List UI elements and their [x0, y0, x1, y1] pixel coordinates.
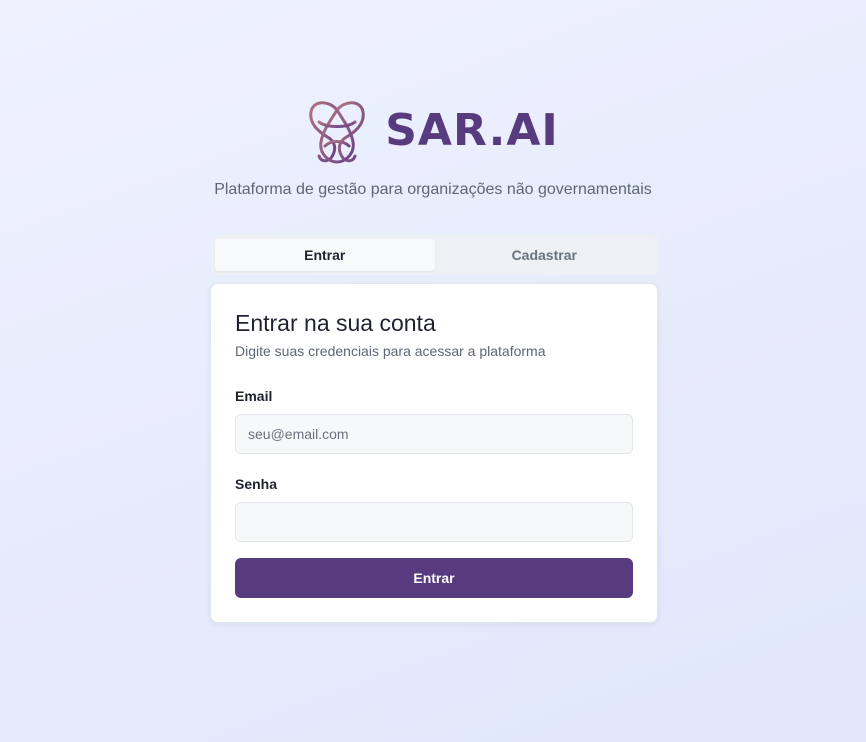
email-field[interactable]	[235, 414, 633, 454]
brand-header: SAR.AI	[0, 98, 866, 164]
login-title: Entrar na sua conta	[235, 310, 436, 336]
brand-tagline: Plataforma de gestão para organizações n…	[214, 181, 652, 198]
auth-tabs: Entrar Cadastrar	[211, 235, 658, 275]
email-label: Email	[235, 388, 273, 404]
login-card: Entrar na sua conta Digite suas credenci…	[210, 283, 658, 623]
login-submit-button[interactable]: Entrar	[235, 558, 633, 598]
tab-cadastrar[interactable]: Cadastrar	[435, 239, 655, 271]
password-label: Senha	[235, 476, 278, 492]
sarai-logo-icon	[309, 101, 365, 164]
password-field[interactable]	[235, 502, 633, 542]
brand-wordmark: SAR.AI	[385, 105, 559, 156]
tab-entrar[interactable]: Entrar	[215, 239, 435, 271]
login-subtitle: Digite suas credenciais para acessar a p…	[235, 343, 546, 359]
